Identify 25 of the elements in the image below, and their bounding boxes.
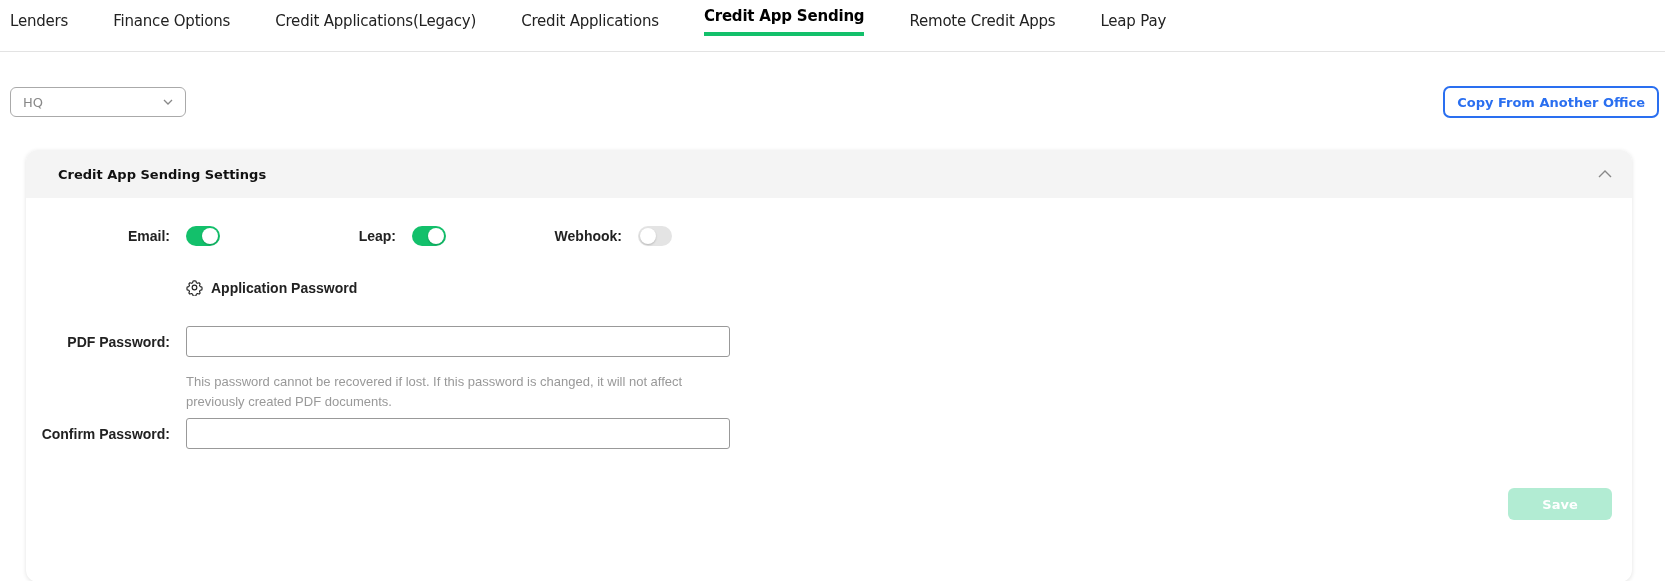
toggle-label: Webhook:	[553, 228, 622, 244]
field-label: PDF Password:	[66, 333, 170, 350]
chevron-up-icon[interactable]	[1598, 170, 1612, 178]
chevron-down-icon	[163, 99, 173, 105]
tab[interactable]: Credit App Sending	[703, 0, 865, 36]
toggle-switch[interactable]	[186, 226, 220, 246]
field-label: Confirm Password:	[40, 424, 170, 444]
hint-text: This password cannot be recovered if lost. If this password is changed, it will not affect previously created PDF documents.	[186, 373, 684, 411]
toggle-label: Leap:	[357, 228, 396, 244]
toggle-switch[interactable]	[638, 226, 672, 246]
tab[interactable]: Remote Credit Apps	[909, 0, 1056, 42]
tab[interactable]: Credit Applications	[521, 0, 659, 42]
copy-from-office-button[interactable]: Copy From Another Office	[1443, 86, 1659, 118]
toggle-label: Email:	[127, 228, 170, 244]
tab[interactable]: Leap Pay	[1100, 0, 1167, 42]
confirm-password-field[interactable]	[186, 418, 730, 449]
tab[interactable]: Finance Options	[113, 0, 231, 42]
panel-title: Credit App Sending Settings	[58, 166, 267, 182]
settings-icon	[186, 279, 203, 296]
toggle-switch[interactable]	[412, 226, 446, 246]
pdf-password-field[interactable]	[186, 326, 730, 357]
tab[interactable]: Credit Applications(Legacy)	[275, 0, 477, 42]
tab[interactable]: Lenders	[10, 0, 69, 42]
office-dropdown[interactable]: HQ	[10, 87, 186, 117]
section-title: Application Password	[211, 279, 358, 296]
